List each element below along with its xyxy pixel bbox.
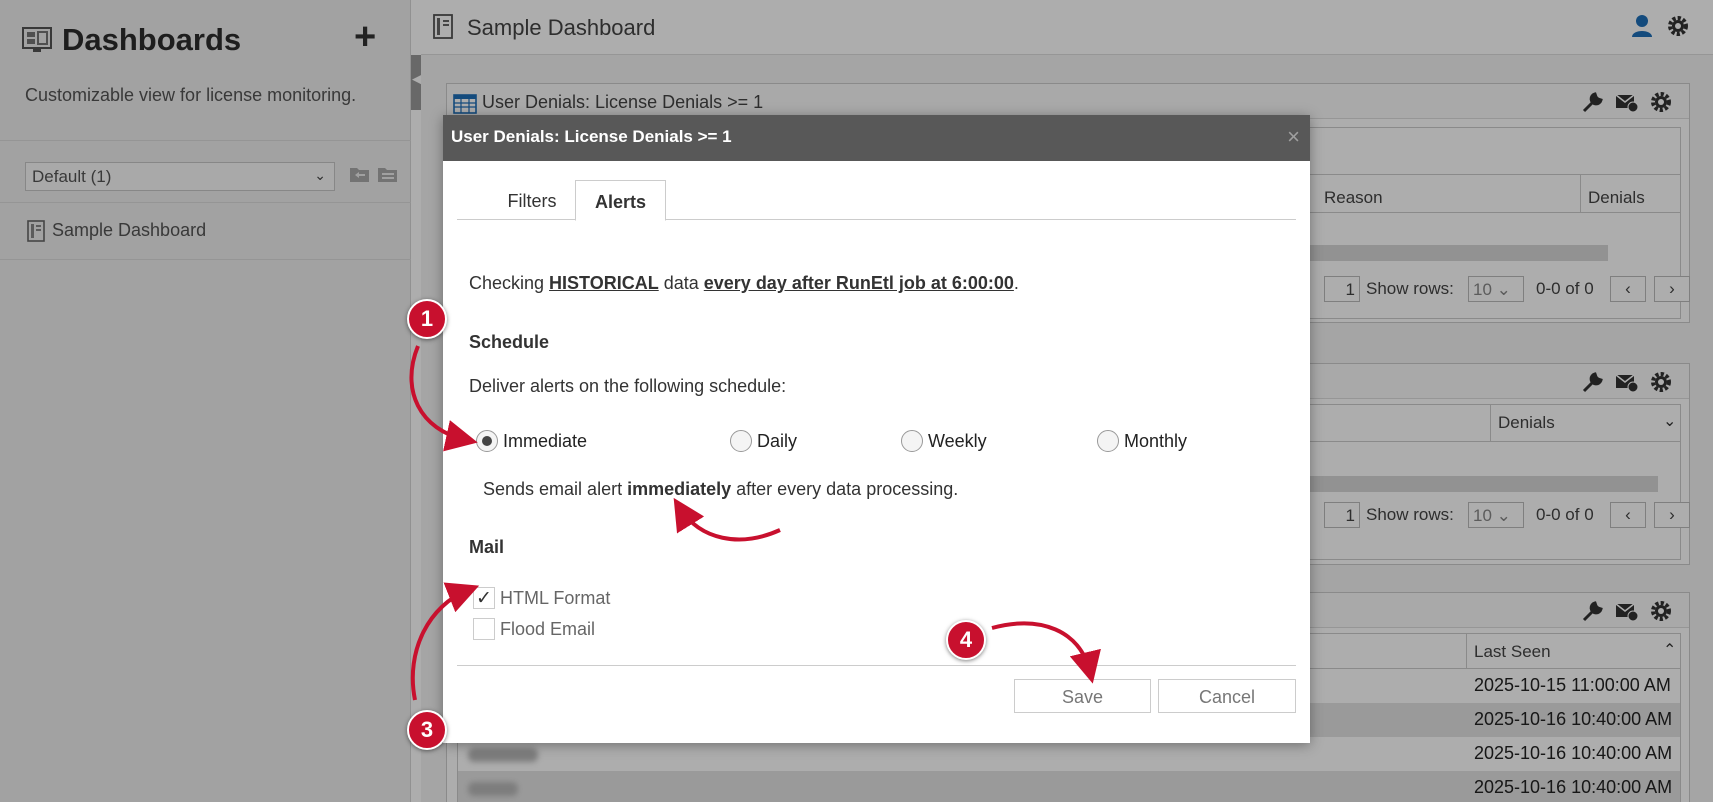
cancel-button[interactable]: Cancel bbox=[1158, 679, 1296, 713]
checkbox-label: HTML Format bbox=[500, 588, 611, 608]
radio-button[interactable] bbox=[730, 430, 752, 452]
radio-daily[interactable]: Daily bbox=[730, 430, 830, 454]
help-suffix: after every data processing. bbox=[731, 479, 959, 499]
checkbox-label: Flood Email bbox=[500, 619, 596, 639]
radio-button[interactable] bbox=[901, 430, 923, 452]
tab-filters[interactable]: Filters bbox=[485, 180, 579, 220]
step-badge-4: 4 bbox=[946, 620, 986, 660]
dialog-header: User Denials: License Denials >= 1 × bbox=[443, 115, 1310, 161]
save-button[interactable]: Save bbox=[1014, 679, 1151, 713]
schedule-description: Deliver alerts on the following schedule… bbox=[469, 376, 787, 396]
divider bbox=[457, 665, 1296, 666]
help-prefix: Sends email alert bbox=[483, 479, 628, 499]
radio-button[interactable] bbox=[1097, 430, 1119, 452]
dialog-title: User Denials: License Denials >= 1 bbox=[451, 127, 732, 146]
checkbox-flood-email[interactable]: Flood Email bbox=[473, 618, 633, 642]
schedule-help-text: Sends email alert immediately after ever… bbox=[483, 479, 958, 500]
schedule-link[interactable]: every day after RunEtl job at 6:00:00 bbox=[704, 273, 1014, 293]
radio-button[interactable] bbox=[476, 430, 498, 452]
checkbox[interactable]: ✓ bbox=[473, 587, 495, 609]
radio-monthly[interactable]: Monthly bbox=[1097, 430, 1217, 454]
summary-middle: data bbox=[658, 273, 704, 293]
step-badge-1: 1 bbox=[407, 299, 447, 339]
data-type-link[interactable]: HISTORICAL bbox=[549, 273, 659, 293]
help-emphasis: immediately bbox=[627, 479, 732, 499]
step-badge-3: 3 bbox=[407, 710, 447, 750]
schedule-heading: Schedule bbox=[469, 332, 550, 352]
close-icon[interactable]: × bbox=[1287, 124, 1300, 150]
summary-prefix: Checking bbox=[469, 273, 550, 293]
radio-immediate[interactable]: Immediate bbox=[476, 430, 626, 454]
checkbox-html-format[interactable]: ✓ HTML Format bbox=[473, 587, 633, 611]
tab-bar: Filters Alerts bbox=[457, 180, 1296, 221]
summary-suffix: . bbox=[1013, 273, 1019, 293]
radio-label: Daily bbox=[757, 431, 798, 451]
radio-label: Immediate bbox=[503, 431, 588, 451]
radio-label: Weekly bbox=[928, 431, 987, 451]
alert-settings-dialog: User Denials: License Denials >= 1 × Fil… bbox=[443, 115, 1310, 743]
alert-summary: Checking HISTORICAL data every day after… bbox=[469, 273, 1019, 294]
checkbox[interactable] bbox=[473, 618, 495, 640]
radio-label: Monthly bbox=[1124, 431, 1188, 451]
radio-weekly[interactable]: Weekly bbox=[901, 430, 1011, 454]
tab-alerts[interactable]: Alerts bbox=[575, 180, 666, 221]
mail-heading: Mail bbox=[469, 537, 505, 557]
